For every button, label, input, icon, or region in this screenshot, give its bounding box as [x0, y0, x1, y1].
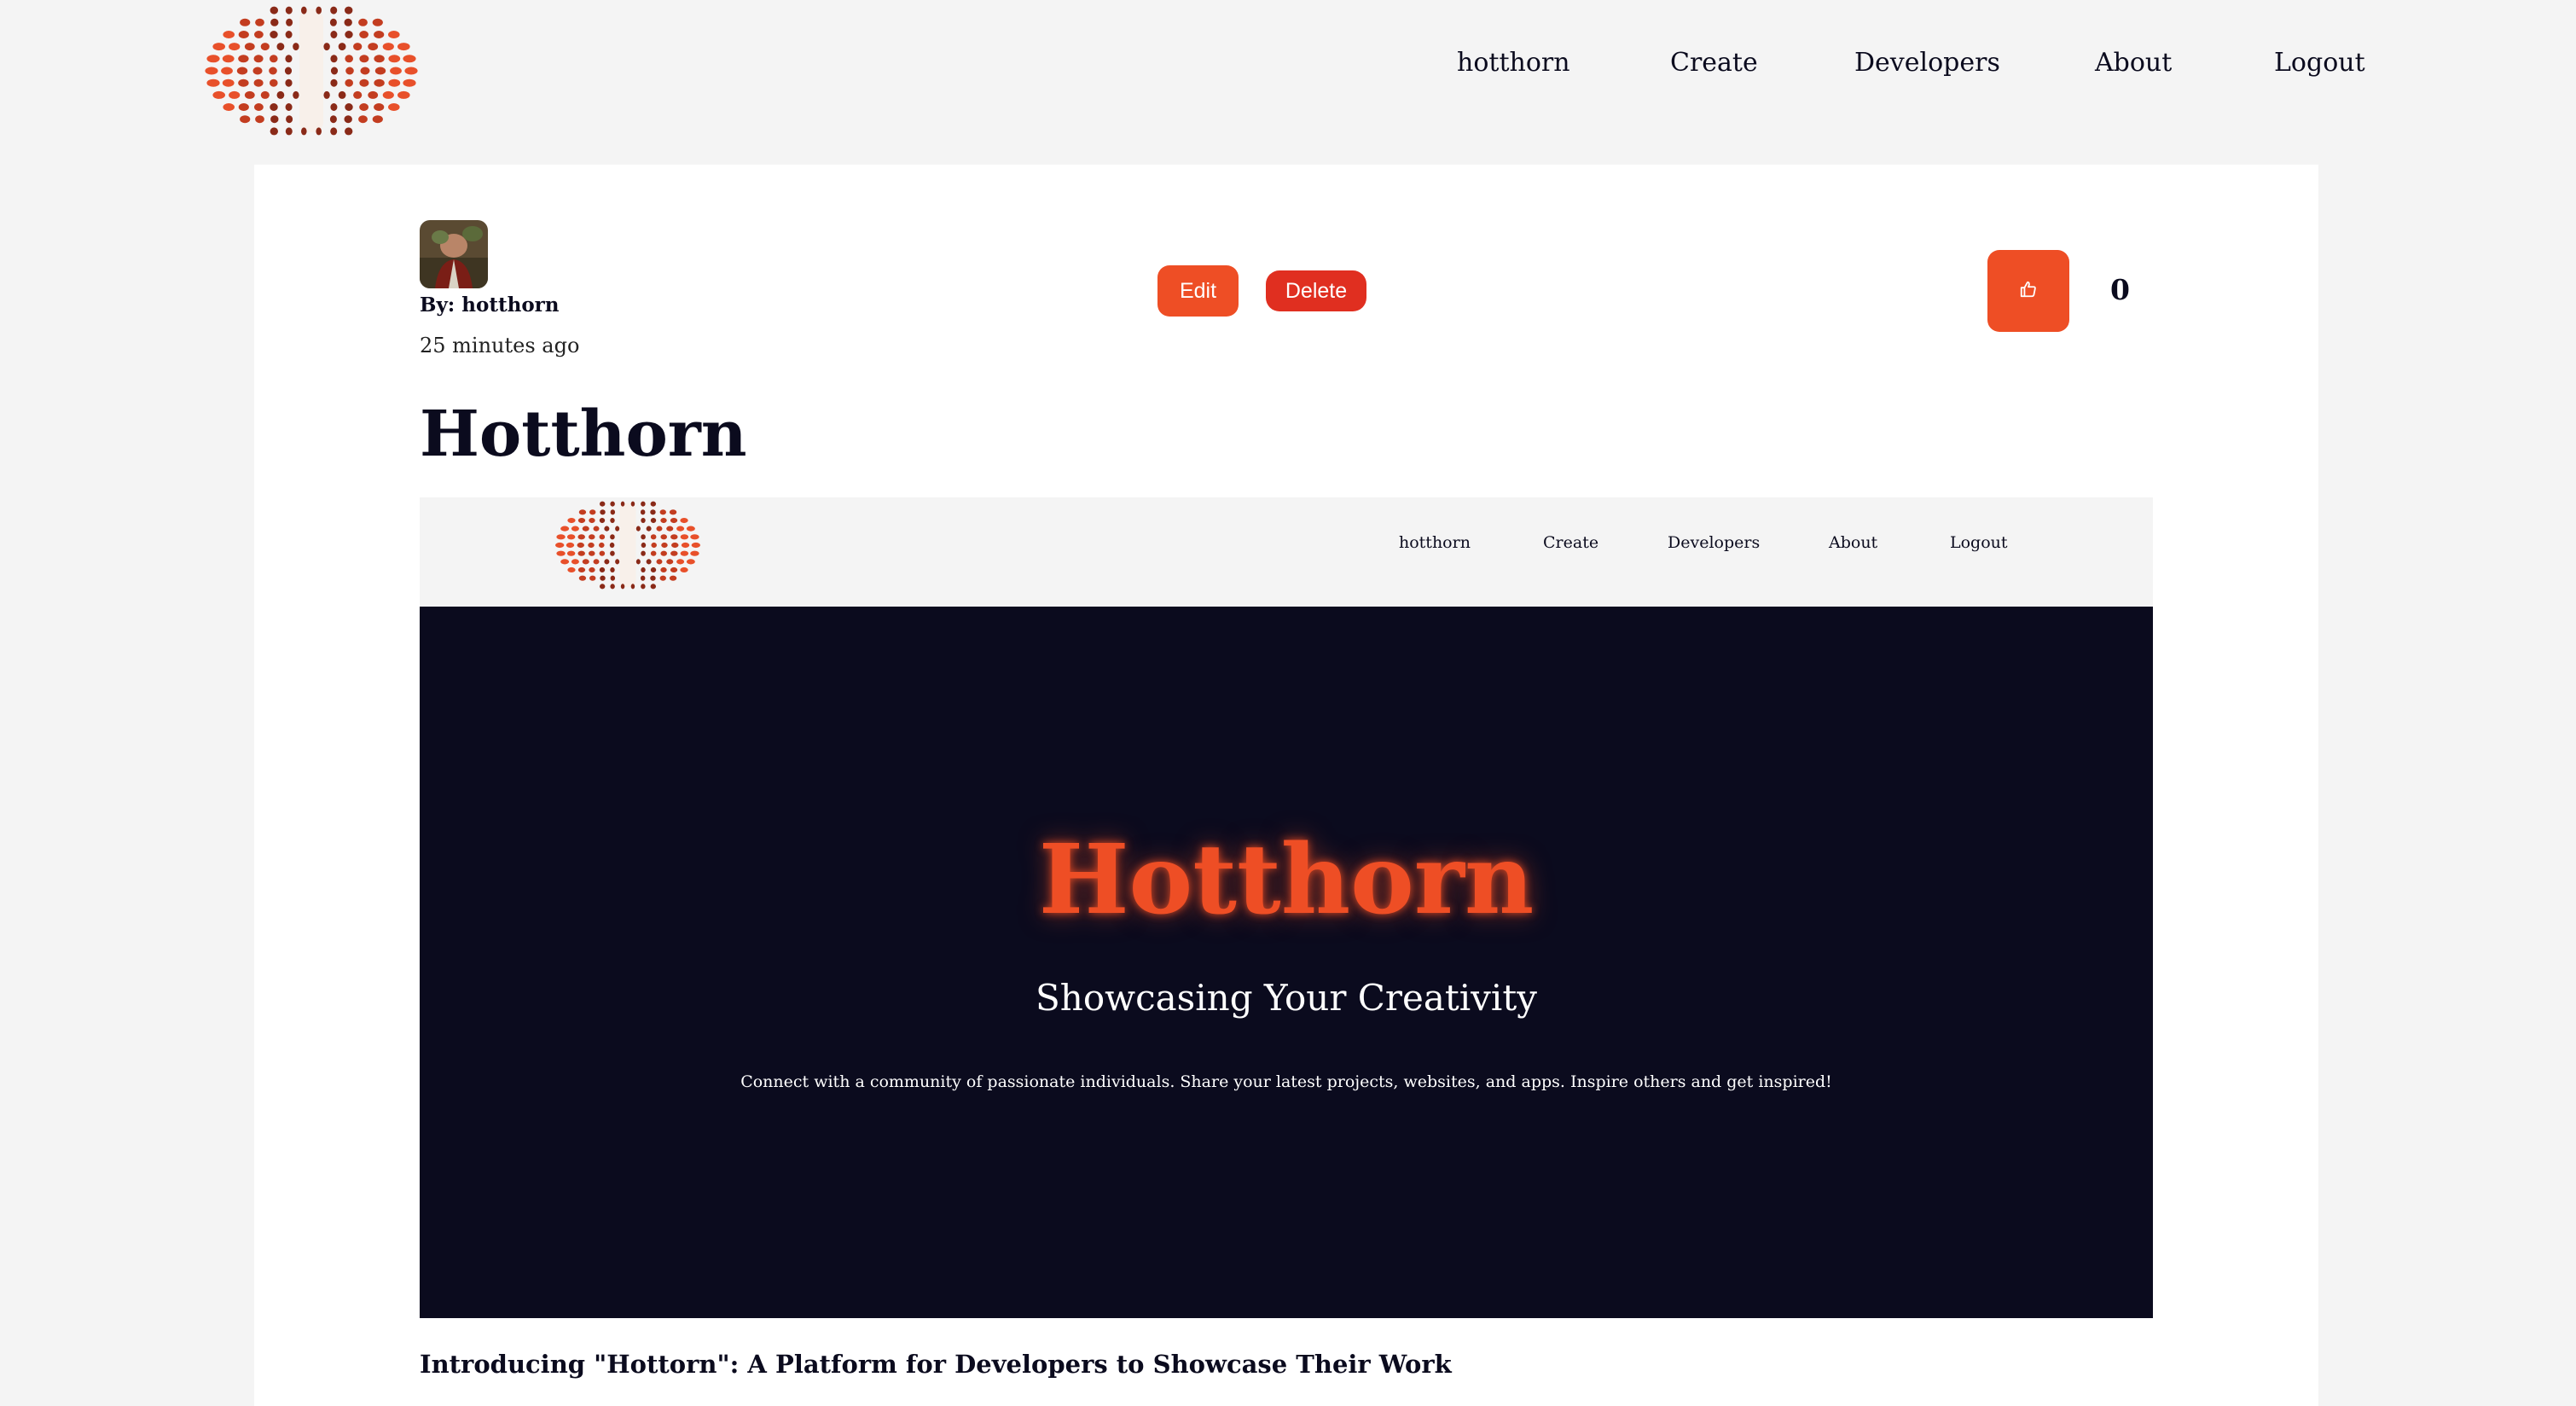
like-count: 0: [2110, 273, 2130, 306]
edit-button[interactable]: Edit: [1157, 265, 1239, 317]
hero-title: Hotthorn: [1038, 824, 1535, 936]
nav-link-create[interactable]: Create: [1670, 48, 1758, 78]
hero-subtitle: Showcasing Your Creativity: [1036, 977, 1537, 1019]
screenshot-hero: Hotthorn Showcasing Your Creativity Conn…: [420, 607, 2153, 1318]
nav-link-developers[interactable]: Developers: [1854, 48, 2000, 78]
screenshot-nav-logout: Logout: [1950, 533, 2008, 552]
top-navbar: hotthorn Create Developers About Logout: [0, 0, 2576, 145]
nav-link-logout[interactable]: Logout: [2274, 48, 2365, 78]
author-line: By: hotthorn: [420, 293, 560, 317]
screenshot-nav-create: Create: [1543, 533, 1599, 552]
screenshot-nav-developers: Developers: [1668, 533, 1761, 552]
nav-link-about[interactable]: About: [2095, 48, 2172, 78]
post-timestamp: 25 minutes ago: [420, 334, 580, 357]
delete-button[interactable]: Delete: [1266, 270, 1366, 311]
thumbs-up-icon: [2019, 280, 2038, 302]
post-intro-heading: Introducing "Hottorn": A Platform for De…: [420, 1350, 1452, 1379]
hero-description: Connect with a community of passionate i…: [740, 1072, 1832, 1091]
screenshot-nav-hotthorn: hotthorn: [1399, 533, 1471, 552]
logo-icon: [553, 497, 703, 593]
post-title: Hotthorn: [420, 398, 747, 471]
avatar[interactable]: [420, 220, 488, 288]
logo-icon[interactable]: [201, 2, 421, 140]
like-button[interactable]: [1987, 250, 2069, 332]
post-screenshot-image: hotthorn Create Developers About Logout …: [420, 497, 2153, 1318]
nav-link-hotthorn[interactable]: hotthorn: [1457, 48, 1570, 78]
screenshot-navbar: hotthorn Create Developers About Logout: [420, 497, 2153, 607]
screenshot-nav-about: About: [1829, 533, 1878, 552]
